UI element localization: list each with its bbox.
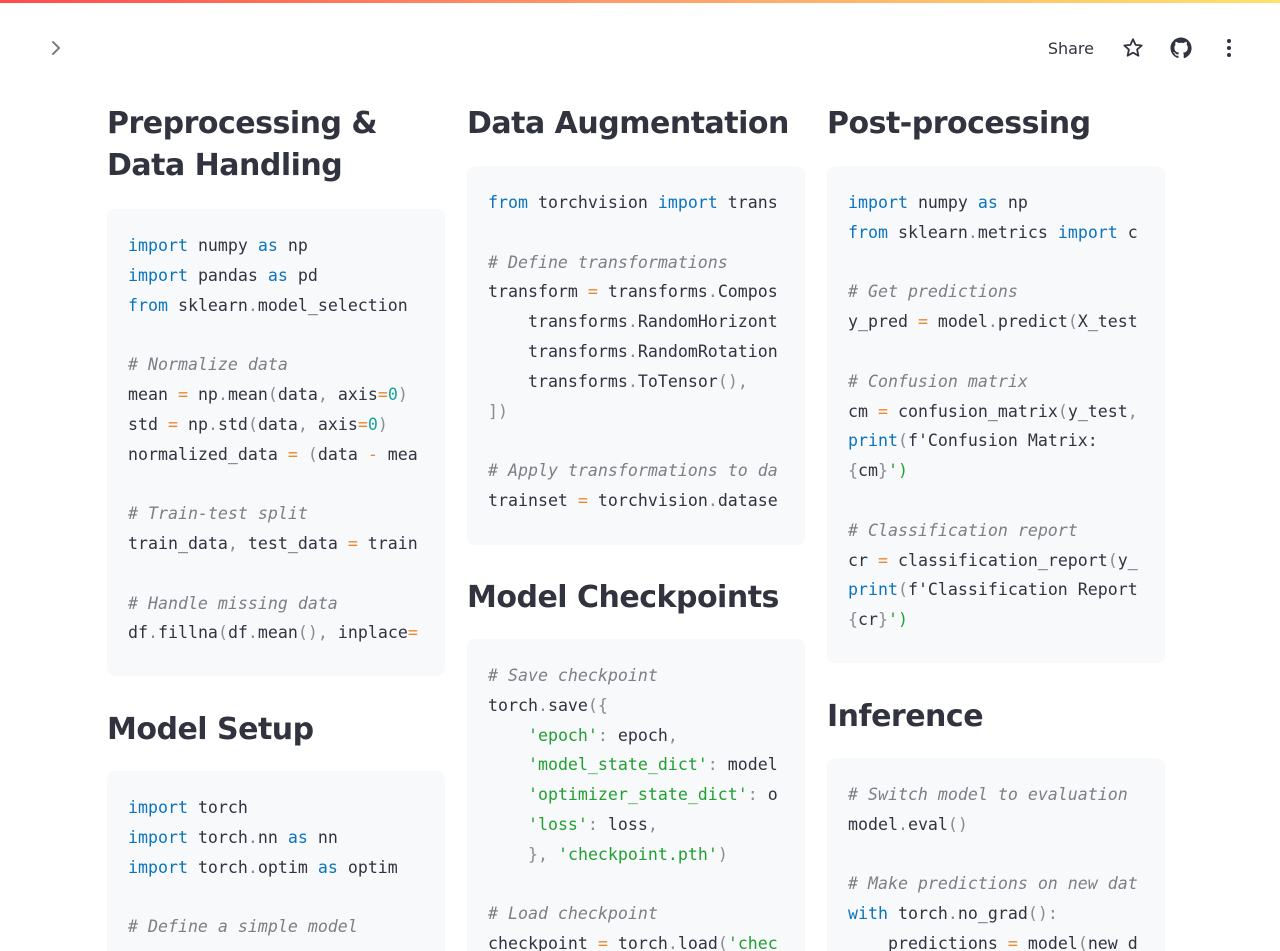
toolbar-actions: Share (1042, 32, 1244, 64)
code-text: # Save checkpoint torch.save({ 'epoch': … (488, 666, 778, 951)
code-block-preprocessing[interactable]: import numpy as np import pandas as pd f… (107, 209, 445, 676)
share-button[interactable]: Share (1042, 35, 1100, 62)
section-title-data-augmentation: Data Augmentation (467, 106, 789, 141)
code-text: import torch import torch.nn as nn impor… (128, 798, 398, 937)
kebab-menu-icon (1227, 39, 1231, 57)
section-title-model-setup: Model Setup (107, 712, 314, 747)
github-button[interactable] (1166, 33, 1196, 63)
chevron-right-icon (52, 41, 60, 55)
code-block-post-processing[interactable]: import numpy as np from sklearn.metrics … (827, 166, 1165, 663)
code-text: from torchvision import trans # Define t… (488, 193, 778, 510)
favorite-button[interactable] (1118, 33, 1148, 63)
section-title-post-processing: Post-processing (827, 106, 1091, 141)
code-block-data-augmentation[interactable]: from torchvision import trans # Define t… (467, 166, 805, 545)
github-icon (1170, 37, 1192, 59)
app-toolbar: Share (0, 0, 1280, 96)
code-block-model-setup[interactable]: import torch import torch.nn as nn impor… (107, 771, 445, 951)
main-menu-button[interactable] (1214, 33, 1244, 63)
star-icon (1123, 38, 1143, 57)
code-text: import numpy as np from sklearn.metrics … (848, 193, 1138, 630)
section-title-model-checkpoints: Model Checkpoints (467, 580, 779, 615)
code-block-inference[interactable]: # Switch model to evaluation model.eval(… (827, 758, 1165, 951)
code-text: # Switch model to evaluation model.eval(… (848, 785, 1138, 951)
sidebar-toggle-button[interactable] (44, 36, 68, 60)
section-title-preprocessing: Preprocessing & Data Handling (107, 106, 378, 183)
section-title-inference: Inference (827, 699, 984, 734)
code-text: import numpy as np import pandas as pd f… (128, 236, 418, 643)
code-block-model-checkpoints[interactable]: # Save checkpoint torch.save({ 'epoch': … (467, 639, 805, 951)
